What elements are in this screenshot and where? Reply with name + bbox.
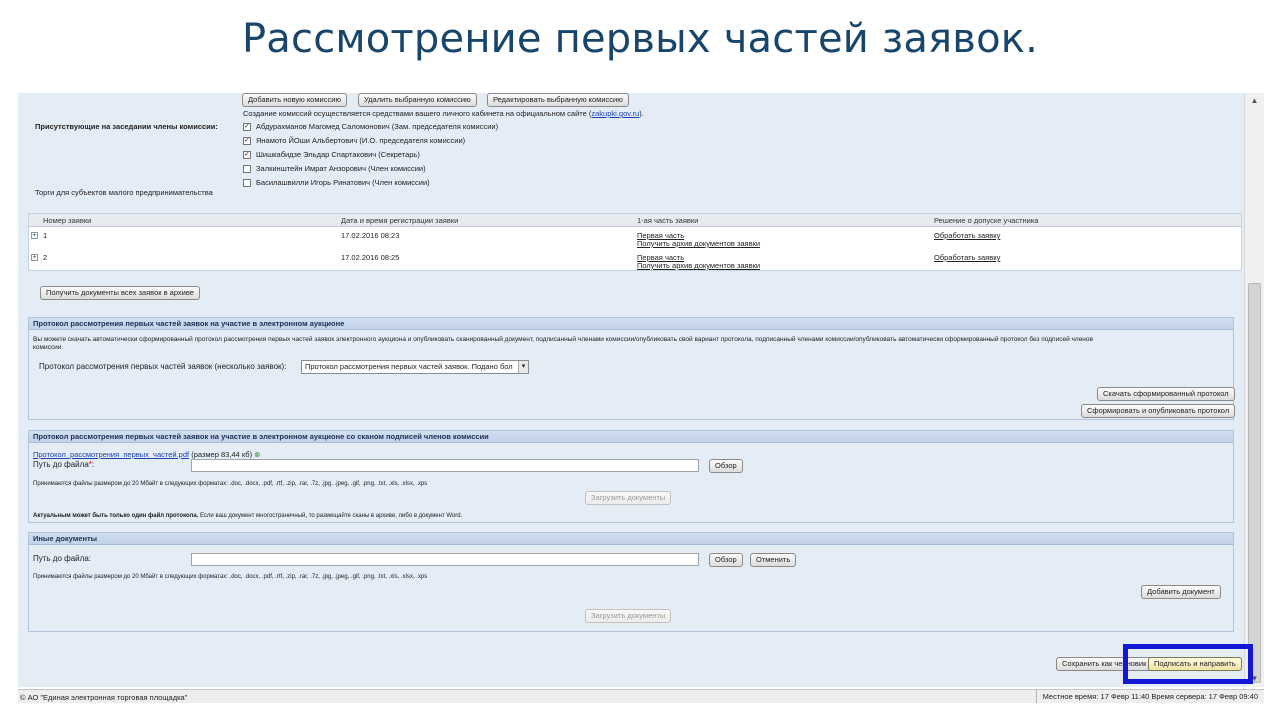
zakupki-link[interactable]: zakupki.gov.ru <box>591 109 639 118</box>
commission-note: Создание комиссий осуществляется средств… <box>243 109 644 118</box>
formats-note: Принимаются файлы размером до 20 Мбайт в… <box>33 481 428 487</box>
member-checkbox[interactable]: ✓ <box>243 123 251 131</box>
member-name: Абдурахманов Магомед Саломонович (Зам. п… <box>256 122 499 131</box>
formats-note: Принимаются файлы размером до 20 Мбайт в… <box>33 574 428 580</box>
add-commission-button[interactable]: Добавить новую комиссию <box>242 93 348 107</box>
expand-row-icon[interactable]: + <box>31 232 38 239</box>
delete-file-icon[interactable]: ⊗ <box>254 450 260 459</box>
other-upload-button[interactable]: Загрузить документы <box>585 609 672 623</box>
commission-section: Добавить новую комиссию Удалить выбранну… <box>18 93 1244 211</box>
members-label: Присутствующие на заседании члены комисс… <box>35 122 218 131</box>
table-header: Номер заявки Дата и время регистрации за… <box>29 214 1241 227</box>
process-application-link[interactable]: Обработать заявку <box>934 231 1000 240</box>
file-size: (размер 83,44 кб) <box>191 450 253 459</box>
scan-panel-title: Протокол рассмотрения первых частей заяв… <box>29 431 1233 443</box>
other-file-path-input[interactable] <box>191 553 699 566</box>
other-path-label: Путь до файла: <box>33 554 91 563</box>
commission-note-end: ). <box>639 109 644 118</box>
registration-date: 17.02.2016 08:25 <box>341 253 400 262</box>
scroll-up-icon[interactable]: ▲ <box>1245 93 1264 109</box>
protocol-info-line: Вы можете скачать автоматически сформиро… <box>33 336 1093 343</box>
member-checkbox[interactable] <box>243 165 251 173</box>
protocol-panel-title: Протокол рассмотрения первых частей заяв… <box>29 318 1233 330</box>
status-footer: © АО "Единая электронная торговая площад… <box>18 689 1264 703</box>
scan-path-label: Путь до файла*: <box>33 460 94 469</box>
table-row: + 1 17.02.2016 08:23 Первая часть Получи… <box>29 229 1241 251</box>
archive-link[interactable]: Получить архив документов заявки <box>637 239 760 248</box>
protocol-select[interactable]: Протокол рассмотрения первых частей заяв… <box>301 360 529 374</box>
scan-browse-button[interactable]: Обзор <box>709 459 743 473</box>
table-row: + 2 17.02.2016 08:25 Первая часть Получи… <box>29 251 1241 273</box>
commission-note-text: Создание комиссий осуществляется средств… <box>243 109 592 118</box>
slide-title: Рассмотрение первых частей заявок. <box>241 16 1039 62</box>
column-header: Решение о допуске участника <box>934 216 1039 225</box>
member-checkbox[interactable] <box>243 179 251 187</box>
time-display: Местное время: 17 Февр 11:40 Время серве… <box>1035 690 1264 703</box>
add-document-button[interactable]: Добавить документ <box>1141 585 1221 599</box>
delete-commission-button[interactable]: Удалить выбранную комиссию <box>358 93 477 107</box>
application-number: 1 <box>43 231 48 240</box>
smb-label: Торги для субъектов малого предпринимате… <box>35 188 213 197</box>
cancel-button[interactable]: Отменить <box>750 553 797 567</box>
vertical-scrollbar[interactable]: ▲ ▼ <box>1244 93 1264 687</box>
column-header: Номер заявки <box>43 216 92 225</box>
protocol-select-value: Протокол рассмотрения первых частей заяв… <box>305 362 513 371</box>
actual-note: Актуальным может быть только один файл п… <box>33 513 462 519</box>
archive-link[interactable]: Получить архив документов заявки <box>637 261 760 270</box>
highlight-frame <box>1123 644 1253 684</box>
member-name: Шишкабидзе Эльдар Спартакович (Секретарь… <box>256 150 420 159</box>
copyright-text: © АО "Единая электронная торговая площад… <box>20 693 188 702</box>
column-header: Дата и время регистрации заявки <box>341 216 459 225</box>
path-label-colon: : <box>91 460 95 469</box>
uploaded-file: Протокол_рассмотрения_первых_частей.pdf … <box>33 450 260 459</box>
other-browse-button[interactable]: Обзор <box>709 553 743 567</box>
actual-note-rest: Если ваш документ многостраничный, то ра… <box>198 513 463 519</box>
member-checkbox[interactable]: ✓ <box>243 151 251 159</box>
registration-date: 17.02.2016 08:23 <box>341 231 400 240</box>
application-number: 2 <box>43 253 48 262</box>
column-header: 1-ая часть заявки <box>637 216 699 225</box>
applications-table: Номер заявки Дата и время регистрации за… <box>28 213 1242 271</box>
scan-upload-button[interactable]: Загрузить документы <box>585 491 672 505</box>
other-panel-title: Иные документы <box>29 533 1233 545</box>
protocol-panel: Протокол рассмотрения первых частей заяв… <box>28 317 1236 420</box>
protocol-select-label: Протокол рассмотрения первых частей заяв… <box>39 362 287 371</box>
download-protocol-button[interactable]: Скачать сформированный протокол <box>1097 387 1235 401</box>
actual-note-bold: Актуальным может быть только один файл п… <box>33 513 199 519</box>
edit-commission-button[interactable]: Редактировать выбранную комиссию <box>487 93 629 107</box>
scan-protocol-panel: Протокол рассмотрения первых частей заяв… <box>28 430 1234 523</box>
expand-row-icon[interactable]: + <box>31 254 38 261</box>
process-application-link[interactable]: Обработать заявку <box>934 253 1000 262</box>
protocol-info-line: комиссии. <box>33 344 64 351</box>
scan-file-path-input[interactable] <box>191 459 699 472</box>
protocol-file-link[interactable]: Протокол_рассмотрения_первых_частей.pdf <box>33 450 189 459</box>
browser-screen: Добавить новую комиссию Удалить выбранну… <box>18 93 1264 705</box>
page-content: Добавить новую комиссию Удалить выбранну… <box>18 93 1244 687</box>
scroll-thumb[interactable] <box>1248 283 1261 683</box>
other-documents-panel: Иные документы Путь до файла: Обзор Отме… <box>28 532 1234 632</box>
get-all-documents-button[interactable]: Получить документы всех заявок в архиве <box>40 286 200 300</box>
path-label-text: Путь до файла <box>33 460 89 469</box>
member-name: Янамото ЙОши Альбертович (И.О. председат… <box>256 136 466 145</box>
member-name: Басилашвилли Игорь Ринатович (Член комис… <box>256 178 430 187</box>
member-name: Залкинштейн Имрат Анзорович (Член комисс… <box>256 164 426 173</box>
publish-protocol-button[interactable]: Сформировать и опубликовать протокол <box>1081 404 1236 418</box>
member-checkbox[interactable]: ✓ <box>243 137 251 145</box>
chevron-down-icon[interactable]: ▾ <box>518 361 528 373</box>
